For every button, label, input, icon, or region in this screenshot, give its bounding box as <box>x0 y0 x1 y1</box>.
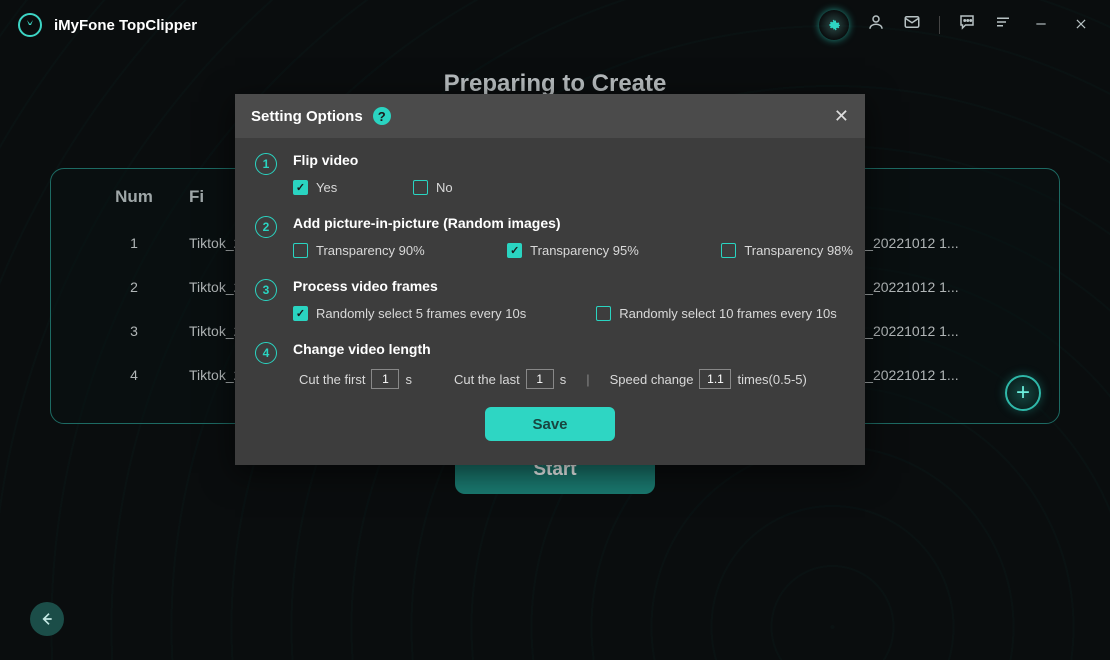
modal-close-button[interactable]: ✕ <box>834 106 849 127</box>
cut-last-unit: s <box>560 372 567 387</box>
mail-icon[interactable] <box>903 13 921 37</box>
settings-icon[interactable] <box>819 10 849 40</box>
cell-num: 1 <box>79 235 189 251</box>
scissors-icon <box>24 19 36 31</box>
feedback-icon[interactable] <box>958 13 976 37</box>
cell-num: 2 <box>79 279 189 295</box>
checkbox-icon <box>721 243 736 258</box>
modal-body: 1 Flip video Yes No 2 Add pic <box>235 138 865 465</box>
section-flip: 1 Flip video Yes No <box>255 152 845 207</box>
back-button[interactable] <box>30 602 64 636</box>
option-label: Yes <box>316 180 337 195</box>
section-frames: 3 Process video frames Randomly select 5… <box>255 278 845 333</box>
step-number-1: 1 <box>255 153 277 175</box>
section-title: Add picture-in-picture (Random images) <box>293 215 853 231</box>
section-title: Change video length <box>293 341 845 357</box>
checkbox-icon <box>293 243 308 258</box>
app-title: iMyFone TopClipper <box>54 17 197 34</box>
titlebar: iMyFone TopClipper <box>0 0 1110 50</box>
option-label: No <box>436 180 453 195</box>
option-label: Transparency 95% <box>530 243 639 258</box>
user-icon[interactable] <box>867 13 885 37</box>
option-label: Randomly select 5 frames every 10s <box>316 306 526 321</box>
checkbox-icon <box>293 180 308 195</box>
close-button[interactable] <box>1070 14 1092 37</box>
step-number-3: 3 <box>255 279 277 301</box>
titlebar-separator <box>939 16 940 34</box>
section-pip: 2 Add picture-in-picture (Random images)… <box>255 215 845 270</box>
arrow-left-icon <box>39 611 55 627</box>
cut-first-unit: s <box>405 372 412 387</box>
help-icon[interactable]: ? <box>373 107 391 125</box>
option-label: Randomly select 10 frames every 10s <box>619 306 836 321</box>
cell-num: 3 <box>79 323 189 339</box>
option-flip-yes[interactable]: Yes <box>293 180 413 195</box>
title-actions <box>819 10 1092 40</box>
minimize-button[interactable] <box>1030 14 1052 37</box>
option-label: Transparency 90% <box>316 243 425 258</box>
app-logo <box>18 13 42 37</box>
cut-last-input[interactable] <box>526 369 554 389</box>
option-transparency-95[interactable]: Transparency 95% <box>507 243 639 258</box>
checkbox-icon <box>507 243 522 258</box>
speed-input[interactable] <box>699 369 731 389</box>
step-number-4: 4 <box>255 342 277 364</box>
section-title: Flip video <box>293 152 845 168</box>
option-flip-no[interactable]: No <box>413 180 453 195</box>
menu-icon[interactable] <box>994 13 1012 37</box>
cut-last-label: Cut the last <box>454 372 520 387</box>
settings-modal: Setting Options ? ✕ 1 Flip video Yes No <box>235 94 865 465</box>
length-controls: Cut the first s Cut the last s | Speed c… <box>299 369 845 389</box>
option-transparency-98[interactable]: Transparency 98% <box>721 243 853 258</box>
modal-header: Setting Options ? ✕ <box>235 94 865 138</box>
option-label: Transparency 98% <box>744 243 853 258</box>
checkbox-icon <box>293 306 308 321</box>
cut-first-label: Cut the first <box>299 372 365 387</box>
section-title: Process video frames <box>293 278 845 294</box>
checkbox-icon <box>413 180 428 195</box>
speed-suffix: times(0.5-5) <box>737 372 806 387</box>
add-file-button[interactable]: + <box>1005 375 1041 411</box>
length-separator: | <box>586 372 589 387</box>
checkbox-icon <box>596 306 611 321</box>
option-transparency-90[interactable]: Transparency 90% <box>293 243 425 258</box>
col-header-num: Num <box>79 187 189 207</box>
option-frames-10[interactable]: Randomly select 10 frames every 10s <box>596 306 836 321</box>
cell-num: 4 <box>79 367 189 383</box>
save-button[interactable]: Save <box>485 407 615 441</box>
cut-first-input[interactable] <box>371 369 399 389</box>
modal-title: Setting Options <box>251 108 363 125</box>
step-number-2: 2 <box>255 216 277 238</box>
speed-label: Speed change <box>610 372 694 387</box>
option-frames-5[interactable]: Randomly select 5 frames every 10s <box>293 306 526 321</box>
section-length: 4 Change video length Cut the first s Cu… <box>255 341 845 389</box>
